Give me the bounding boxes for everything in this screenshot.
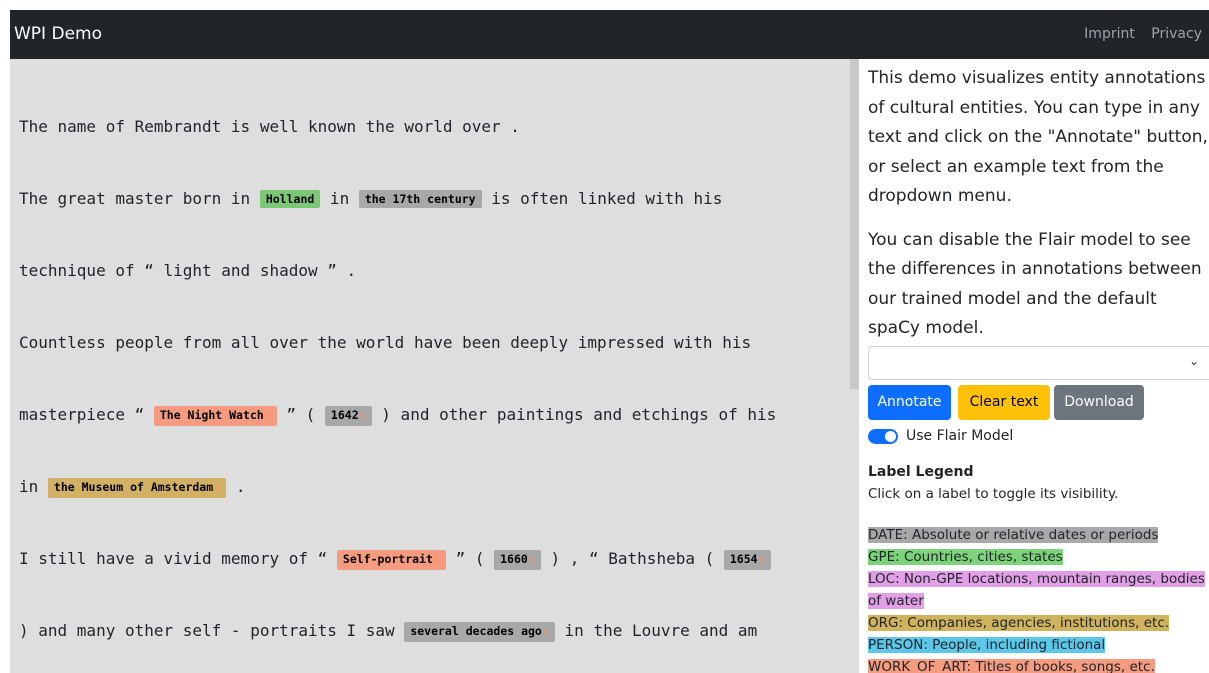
text-segment: The great master born in bbox=[19, 189, 260, 208]
entity-tag-gpe[interactable]: Holland bbox=[259, 190, 321, 208]
description-text: This demo visualizes entity annotations … bbox=[868, 68, 1208, 206]
sidebar: This demo visualizes entity annotations … bbox=[868, 64, 1209, 673]
text-segment: masterpiece “ bbox=[19, 405, 154, 424]
legend-title: Label Legend bbox=[868, 464, 974, 480]
editor-line: The great master born in Holland in the … bbox=[19, 188, 722, 210]
top-navbar: WPI Demo Imprint Privacy bbox=[10, 10, 1209, 59]
entity-tag-date[interactable]: the 17th century bbox=[358, 190, 482, 208]
text-segment: ” ( bbox=[276, 405, 325, 424]
text-segment: Countless people from all over the world… bbox=[19, 333, 752, 352]
entity-text: 1660 bbox=[500, 552, 528, 566]
text-segment: . bbox=[226, 477, 246, 496]
entity-text: Holland bbox=[265, 192, 315, 206]
editor-line: ) and many other self - portraits I saw … bbox=[19, 620, 757, 642]
text-segment: I still have a vivid memory of “ bbox=[19, 549, 337, 568]
entity-tag-date[interactable]: 1654✎ bbox=[723, 550, 771, 570]
pencil-icon[interactable]: ✎ bbox=[214, 483, 220, 494]
text-segment: ) and other paintings and etchings of hi… bbox=[371, 405, 777, 424]
legend-item[interactable]: WORK_OF_ART: Titles of books, songs, etc… bbox=[868, 659, 1155, 673]
flair-model-toggle[interactable] bbox=[868, 429, 898, 444]
text-segment: is often linked with his bbox=[481, 189, 723, 208]
editor-line: Countless people from all over the world… bbox=[19, 332, 751, 354]
pencil-icon[interactable]: ✎ bbox=[434, 555, 440, 566]
legend-item[interactable]: ORG: Companies, agencies, institutions, … bbox=[868, 615, 1170, 631]
entity-text: 1654 bbox=[729, 552, 758, 566]
label-legend: DATE: Absolute or relative dates or peri… bbox=[868, 524, 1209, 673]
pencil-icon[interactable]: ✎ bbox=[265, 411, 271, 422]
annotated-text-editor[interactable]: The name of Rembrandt is well known the … bbox=[10, 59, 859, 673]
editor-line: The name of Rembrandt is well known the … bbox=[19, 116, 520, 138]
example-text-select[interactable]: ⌄ bbox=[868, 346, 1209, 380]
entity-text: The Night Watch bbox=[159, 408, 264, 422]
pencil-icon[interactable]: ✎ bbox=[543, 627, 549, 638]
entity-tag-date[interactable]: several decades ago✎ bbox=[404, 622, 555, 642]
pencil-icon[interactable]: ✎ bbox=[759, 555, 765, 566]
privacy-link[interactable]: Privacy bbox=[1151, 26, 1202, 42]
entity-text: Self-portrait bbox=[342, 552, 433, 566]
entity-tag-woa[interactable]: The Night Watch✎ bbox=[153, 406, 277, 426]
editor-line: I still have a vivid memory of “ Self-po… bbox=[19, 548, 771, 570]
text-segment: in bbox=[19, 477, 48, 496]
editor-scrollbar[interactable] bbox=[850, 59, 859, 389]
editor-line: masterpiece “ The Night Watch✎ ” ( 1642✎… bbox=[19, 404, 776, 426]
editor-line: technique of “ light and shadow ” . bbox=[19, 260, 356, 282]
entity-text: the Museum of Amsterdam bbox=[53, 480, 214, 494]
entity-tag-date[interactable]: 1642✎ bbox=[324, 406, 372, 426]
brand-title[interactable]: WPI Demo bbox=[14, 10, 102, 58]
entity-tag-org[interactable]: the Museum of Amsterdam✎ bbox=[47, 478, 227, 498]
text-segment: ” ( bbox=[445, 549, 495, 568]
entity-tag-woa[interactable]: Self-portrait✎ bbox=[336, 550, 446, 570]
nav-links: Imprint Privacy bbox=[1072, 10, 1202, 58]
entity-tag-date[interactable]: 1660✎ bbox=[494, 550, 541, 570]
text-segment: in bbox=[320, 189, 359, 208]
legend-item[interactable]: GPE: Countries, cities, states bbox=[868, 549, 1063, 565]
pencil-icon[interactable]: ✎ bbox=[529, 555, 535, 566]
entity-text: several decades ago bbox=[410, 624, 542, 638]
text-segment: The name of Rembrandt is well known the … bbox=[19, 117, 520, 136]
imprint-link[interactable]: Imprint bbox=[1084, 26, 1135, 42]
entity-text: 1642 bbox=[330, 408, 359, 422]
text-segment: ) and many other self - portraits I saw bbox=[19, 621, 405, 640]
legend-item[interactable]: PERSON: People, including fictional bbox=[868, 637, 1106, 653]
annotate-button[interactable]: Annotate bbox=[868, 385, 951, 420]
chevron-down-icon: ⌄ bbox=[1188, 354, 1199, 368]
entity-text: the 17th century bbox=[364, 192, 476, 206]
clear-text-button[interactable]: Clear text bbox=[958, 385, 1050, 420]
text-segment: in the Louvre and am bbox=[554, 621, 758, 640]
editor-line: in the Museum of Amsterdam✎ . bbox=[19, 476, 245, 498]
text-segment: technique of “ light and shadow ” . bbox=[19, 261, 357, 280]
toggle-knob bbox=[885, 431, 896, 442]
pencil-icon[interactable]: ✎ bbox=[360, 411, 366, 422]
text-segment: ) , “ Bathsheba ( bbox=[540, 549, 724, 568]
legend-hint: Click on a label to toggle its visibilit… bbox=[868, 486, 1119, 502]
flair-toggle-label[interactable]: Use Flair Model bbox=[906, 426, 1013, 446]
legend-item[interactable]: DATE: Absolute or relative dates or peri… bbox=[868, 527, 1159, 543]
legend-item[interactable]: LOC: Non-GPE locations, mountain ranges,… bbox=[868, 571, 1205, 609]
description-text-2: You can disable the Flair model to see t… bbox=[868, 229, 1202, 339]
download-button[interactable]: Download bbox=[1054, 385, 1144, 420]
